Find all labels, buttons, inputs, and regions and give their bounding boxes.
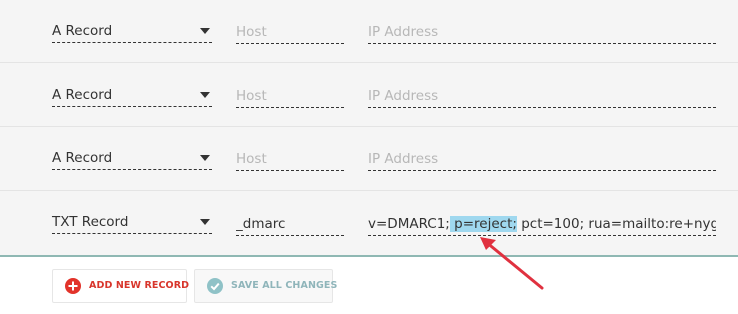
- chevron-down-icon: [200, 219, 210, 225]
- record-type-select[interactable]: TXT Record: [52, 212, 212, 234]
- record-row: A Record Host IP Address: [0, 128, 738, 191]
- record-type-label: A Record: [52, 150, 113, 166]
- value-input[interactable]: IP Address: [368, 22, 716, 44]
- add-new-record-button[interactable]: ADD NEW RECORD: [52, 269, 190, 303]
- value-text-prefix: v=DMARC1;: [368, 216, 450, 232]
- record-type-label: A Record: [52, 87, 113, 103]
- record-type-label: A Record: [52, 23, 113, 39]
- record-row: TXT Record _dmarc v=DMARC1; p=reject; pc…: [0, 192, 738, 255]
- value-input[interactable]: IP Address: [368, 149, 716, 171]
- chevron-down-icon: [200, 92, 210, 98]
- save-all-changes-label: SAVE ALL CHANGES: [231, 280, 338, 291]
- annotation-arrow-icon: [480, 237, 544, 290]
- plus-circle-icon: [65, 278, 81, 294]
- save-all-changes-button[interactable]: SAVE ALL CHANGES: [194, 269, 337, 303]
- value-input[interactable]: IP Address: [368, 86, 716, 108]
- record-type-select[interactable]: A Record: [52, 85, 212, 107]
- record-row: A Record Host IP Address: [0, 0, 738, 63]
- record-row: A Record Host IP Address: [0, 64, 738, 127]
- host-input[interactable]: _dmarc: [236, 214, 344, 236]
- value-placeholder: IP Address: [368, 24, 439, 40]
- record-type-select[interactable]: A Record: [52, 21, 212, 43]
- dns-records-table: A Record Host IP Address A Record Host I…: [0, 0, 738, 257]
- chevron-down-icon: [200, 28, 210, 34]
- host-placeholder: Host: [236, 88, 267, 104]
- value-placeholder: IP Address: [368, 151, 439, 167]
- host-input[interactable]: Host: [236, 149, 344, 171]
- host-input[interactable]: Host: [236, 22, 344, 44]
- host-placeholder: Host: [236, 151, 267, 167]
- check-circle-icon: [207, 278, 223, 294]
- record-type-select[interactable]: A Record: [52, 148, 212, 170]
- table-bottom-border: [0, 255, 738, 257]
- host-value: _dmarc: [236, 216, 286, 232]
- chevron-down-icon: [200, 155, 210, 161]
- record-type-label: TXT Record: [52, 214, 129, 230]
- host-placeholder: Host: [236, 24, 267, 40]
- add-new-record-label: ADD NEW RECORD: [89, 280, 190, 291]
- host-input[interactable]: Host: [236, 86, 344, 108]
- value-placeholder: IP Address: [368, 88, 439, 104]
